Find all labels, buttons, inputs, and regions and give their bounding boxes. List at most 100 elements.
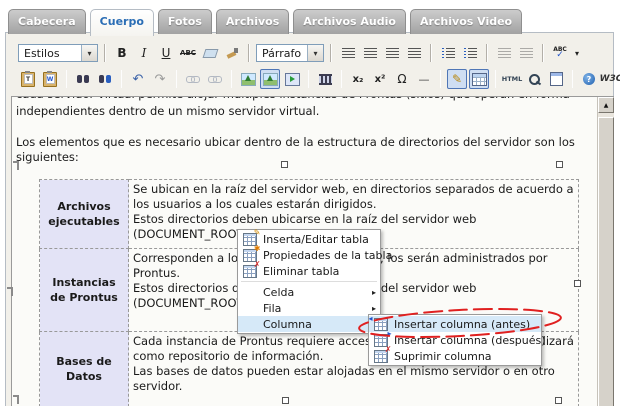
table-resize-handle[interactable] xyxy=(574,280,581,287)
format-painter-button[interactable] xyxy=(222,43,242,63)
find-replace-button[interactable] xyxy=(95,69,115,89)
toolbar-separator xyxy=(430,44,432,62)
bold-button[interactable]: B xyxy=(112,43,132,63)
align-center-icon xyxy=(363,47,377,59)
horizontal-rule-button[interactable]: — xyxy=(414,69,434,89)
submenu-arrow-icon: ▸ xyxy=(371,287,376,297)
table-resize-handle[interactable] xyxy=(556,161,563,168)
table-resize-handle[interactable] xyxy=(281,161,288,168)
link-icon xyxy=(186,75,200,83)
chevron-down-icon[interactable]: ▾ xyxy=(307,45,323,61)
spellcheck-menu-button[interactable]: ▾ xyxy=(572,43,582,63)
superscript-button[interactable]: x² xyxy=(370,69,390,89)
insert-media-button[interactable] xyxy=(282,69,302,89)
menu-item-row[interactable]: Fila ▸ xyxy=(238,300,380,316)
italic-button[interactable]: I xyxy=(134,43,154,63)
globe-help-icon: ? xyxy=(583,73,595,85)
insert-table-button[interactable] xyxy=(469,69,489,89)
tab-archivos-video[interactable]: Archivos Video xyxy=(409,9,523,34)
scrollbar-thumb[interactable] xyxy=(598,117,614,406)
redo-button[interactable]: ↷ xyxy=(150,69,170,89)
menu-item-cell[interactable]: Celda ▸ xyxy=(238,284,380,300)
outdent-button[interactable] xyxy=(494,43,514,63)
toolbar-separator xyxy=(176,70,177,88)
scrollbar-up-button[interactable]: ▲ xyxy=(598,97,614,113)
table-icon xyxy=(471,72,487,86)
image-icon xyxy=(240,72,256,86)
table-resize-handle[interactable] xyxy=(555,397,562,404)
align-center-button[interactable] xyxy=(360,43,380,63)
column-submenu: ◂ Insertar columna (antes) ▸ Insertar co… xyxy=(368,314,546,366)
help-button[interactable]: ? xyxy=(579,69,599,89)
spellcheck-button[interactable]: ABC ✓ xyxy=(550,43,570,63)
tab-fotos[interactable]: Fotos xyxy=(157,9,212,34)
toolbar-separator xyxy=(308,70,309,88)
menu-item-insert-column-before[interactable]: ◂ Insertar columna (antes) xyxy=(369,314,541,332)
menu-item-delete-column[interactable]: ✗ Suprimir columna xyxy=(369,345,541,364)
image-manager-icon xyxy=(262,72,278,86)
menu-item-column[interactable]: Columna ▸ xyxy=(238,316,380,332)
toolbar-separator xyxy=(440,70,441,88)
html-source-button[interactable]: HTML xyxy=(502,69,522,89)
table-header-cell[interactable]: Bases de Datos xyxy=(39,331,129,406)
align-right-button[interactable] xyxy=(382,43,402,63)
w3c-validate-button[interactable]: W3C xyxy=(600,69,620,89)
submenu-arrow-icon: ▸ xyxy=(371,303,376,313)
preview-button[interactable] xyxy=(524,69,544,89)
tab-archivos-audio[interactable]: Archivos Audio xyxy=(293,9,406,34)
vertical-scrollbar[interactable]: ▲ xyxy=(597,97,614,406)
special-char-button[interactable]: Ω xyxy=(392,69,412,89)
menu-item-insert-column-after[interactable]: ▸ Insertar columna (después) xyxy=(369,329,546,348)
find-button[interactable] xyxy=(73,69,93,89)
subscript-button[interactable]: x₂ xyxy=(348,69,368,89)
tab-archivos[interactable]: Archivos xyxy=(215,9,290,34)
undo-button[interactable]: ↶ xyxy=(128,69,148,89)
chevron-down-icon[interactable]: ▾ xyxy=(81,45,97,61)
toolbar-row-1: Estilos ▾ B I U ABC Párrafo ▾ ABC ✓ ▾ xyxy=(6,40,613,66)
menu-separator xyxy=(241,281,377,282)
image-manager-button[interactable] xyxy=(260,69,280,89)
toolbar-separator xyxy=(572,70,573,88)
insert-movie-button[interactable] xyxy=(315,69,335,89)
bullet-list-button[interactable] xyxy=(438,43,458,63)
cms-editor-window: Cabecera Cuerpo Fotos Archivos Archivos … xyxy=(0,0,620,406)
menu-item-delete-table[interactable]: ✗ Eliminar tabla xyxy=(238,260,380,279)
remove-format-button[interactable] xyxy=(200,43,220,63)
insert-image-button[interactable] xyxy=(238,69,258,89)
styles-dropdown[interactable]: Estilos ▾ xyxy=(18,44,98,62)
block-format-dropdown[interactable]: Párrafo ▾ xyxy=(256,44,324,62)
up-arrow-icon: ▲ xyxy=(603,101,609,109)
table-resize-handle[interactable] xyxy=(282,397,289,404)
paste-as-text-button[interactable]: T xyxy=(18,69,38,89)
table-header-cell[interactable]: Instancias de Prontus xyxy=(39,248,129,332)
find-replace-icon xyxy=(99,75,111,83)
toolbar-separator xyxy=(104,44,106,62)
outdent-icon xyxy=(497,47,511,59)
underline-button[interactable]: U xyxy=(156,43,176,63)
toolbar-separator xyxy=(330,44,332,62)
unlink-button[interactable] xyxy=(205,69,225,89)
table-header-cell[interactable]: Archivos ejecutables xyxy=(39,179,129,249)
insert-link-button[interactable] xyxy=(183,69,203,89)
edit-mode-button[interactable]: ✎ xyxy=(447,69,467,89)
spellcheck-icon: ABC ✓ xyxy=(553,45,567,60)
toolbar-separator xyxy=(248,44,250,62)
align-justify-button[interactable] xyxy=(404,43,424,63)
paste-word-icon: W xyxy=(43,70,57,87)
fullscreen-button[interactable] xyxy=(546,69,566,89)
numbered-list-button[interactable] xyxy=(460,43,480,63)
insert-column-before-icon: ◂ xyxy=(369,314,388,331)
indent-icon xyxy=(519,47,533,59)
strikethrough-button[interactable]: ABC xyxy=(178,43,198,63)
indent-button[interactable] xyxy=(516,43,536,63)
paste-from-word-button[interactable]: W xyxy=(40,69,60,89)
tab-cabecera[interactable]: Cabecera xyxy=(8,9,86,34)
tab-cuerpo[interactable]: Cuerpo xyxy=(89,9,154,36)
paste-text-icon: T xyxy=(21,70,35,87)
delete-column-icon: ✗ xyxy=(373,345,392,363)
unlink-icon xyxy=(208,75,222,83)
numbered-list-icon xyxy=(463,47,477,59)
toolbar-separator xyxy=(542,44,544,62)
align-left-button[interactable] xyxy=(338,43,358,63)
binoculars-icon xyxy=(77,75,89,83)
